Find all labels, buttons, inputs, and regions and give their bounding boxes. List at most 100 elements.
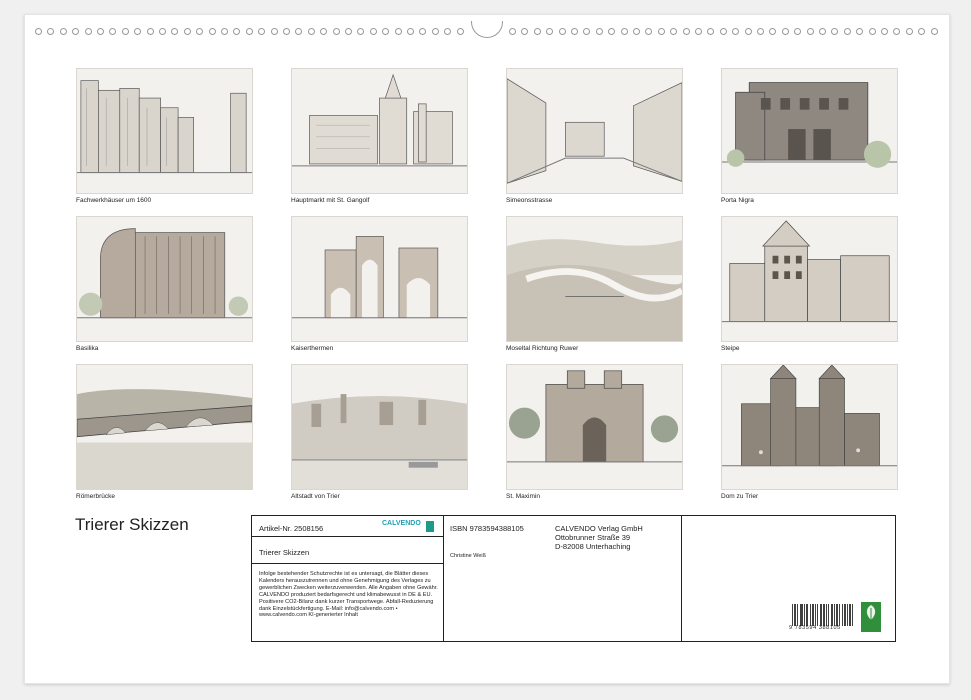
binding-ring	[558, 28, 566, 35]
barcode-bar	[823, 604, 824, 626]
binding-ring	[97, 28, 104, 35]
thumbnail-caption: Basilika	[76, 345, 99, 352]
barcode-bar	[800, 604, 801, 626]
thumbnail-image	[291, 216, 468, 342]
thumbnail-caption: Fachwerkhäuser um 1600	[76, 197, 152, 204]
sketch-drawing	[292, 217, 467, 341]
binding-ring	[781, 28, 789, 35]
sketch-drawing	[722, 217, 897, 341]
barcode-bar	[795, 604, 796, 626]
binding-ring	[357, 28, 365, 35]
thumbnail-image	[76, 216, 253, 342]
barcode-bar	[813, 604, 814, 626]
binding-ring	[159, 28, 166, 35]
binding-ring	[134, 28, 142, 35]
barcode-bar	[834, 604, 835, 626]
barcode-bar	[836, 604, 837, 626]
binding-ring	[608, 28, 616, 35]
thumbnail-image	[291, 68, 468, 194]
binding-ring	[84, 28, 92, 35]
thumbnail-caption: Simeonsstrasse	[506, 197, 553, 204]
info-divider	[252, 536, 443, 537]
thumbnail-caption: Dom zu Trier	[721, 493, 759, 500]
binding-ring	[196, 28, 204, 35]
thumbnail-image	[721, 216, 898, 342]
article-number: Artikel-Nr. 2508156	[259, 524, 324, 533]
sketch-drawing	[507, 69, 682, 193]
binding-ring	[121, 28, 129, 35]
barcode-number: 9 783594 388105	[789, 625, 841, 631]
barcode-bar	[832, 604, 833, 626]
barcode-bar	[824, 604, 825, 626]
binding-ring	[843, 28, 851, 35]
binding-ring	[645, 28, 653, 35]
binding-ring	[571, 28, 578, 35]
barcode-bar	[810, 604, 811, 626]
binding-ring	[221, 28, 228, 35]
info-divider	[443, 516, 444, 641]
binding-ring	[620, 28, 628, 35]
tree-icon	[866, 605, 876, 622]
sketch-drawing	[77, 217, 252, 341]
binding-ring	[332, 28, 340, 35]
binding-ring	[595, 28, 603, 35]
barcode-bar	[804, 604, 805, 626]
binding-ring	[719, 28, 727, 35]
thumbnail-image	[506, 68, 683, 194]
thumbnail-image	[291, 364, 468, 490]
calendar-hanger	[471, 21, 503, 38]
thumbnail-caption: Steipe	[721, 345, 740, 352]
binding-ring	[819, 28, 826, 35]
sketch-drawing	[507, 365, 682, 489]
binding-ring	[831, 28, 839, 35]
binding-ring	[407, 28, 414, 35]
binding-ring	[419, 28, 427, 35]
binding-ring	[245, 28, 253, 35]
binding-ring	[794, 28, 802, 35]
binding-ring	[868, 28, 876, 35]
binding-ring	[732, 28, 740, 35]
isbn: ISBN 9783594388105	[450, 524, 524, 533]
binding-ring	[583, 28, 591, 35]
thumbnail-image	[721, 68, 898, 194]
barcode-bar	[845, 604, 846, 626]
thumbnail-caption: St. Maximin	[506, 493, 540, 500]
binding-ring	[171, 28, 179, 35]
barcode-bar	[826, 604, 827, 626]
calvendo-logo: CALVENDO	[382, 520, 421, 527]
binding-ring	[431, 28, 439, 35]
thumbnail-image	[506, 364, 683, 490]
sketch-drawing	[722, 69, 897, 193]
publisher-name: CALVENDO Verlag GmbH	[555, 524, 643, 533]
barcode-bar	[837, 604, 838, 626]
barcode-bar	[844, 604, 845, 626]
info-divider	[681, 516, 682, 641]
isbn-barcode	[792, 604, 853, 626]
binding-ring	[72, 28, 80, 35]
sketch-drawing	[292, 69, 467, 193]
barcode-bar	[801, 604, 802, 626]
barcode-bar	[797, 604, 798, 626]
calvendo-logo-icon	[426, 521, 434, 532]
sketch-drawing	[77, 365, 252, 489]
legal-notice: Infolge bestehender Schutzrechte ist es …	[259, 571, 438, 619]
binding-ring	[258, 28, 266, 35]
binding-ring	[657, 28, 665, 35]
barcode-bar	[828, 604, 829, 626]
thumbnail-image	[721, 364, 898, 490]
binding-ring	[633, 28, 640, 35]
barcode-bar	[812, 604, 813, 626]
thumbnail-image	[76, 68, 253, 194]
barcode-bar	[792, 604, 793, 626]
thumbnail-image	[506, 216, 683, 342]
binding-ring	[893, 28, 901, 35]
publisher-street: Ottobrunner Straße 39	[555, 533, 631, 542]
binding-ring	[233, 28, 241, 35]
binding-ring	[109, 28, 117, 35]
barcode-bar	[806, 604, 807, 626]
thumbnail-image	[76, 364, 253, 490]
binding-ring	[744, 28, 752, 35]
barcode-bar	[815, 604, 816, 626]
info-box: Artikel-Nr. 2508156 CALVENDO Trierer Ski…	[251, 515, 896, 642]
binding-ring	[930, 28, 938, 35]
